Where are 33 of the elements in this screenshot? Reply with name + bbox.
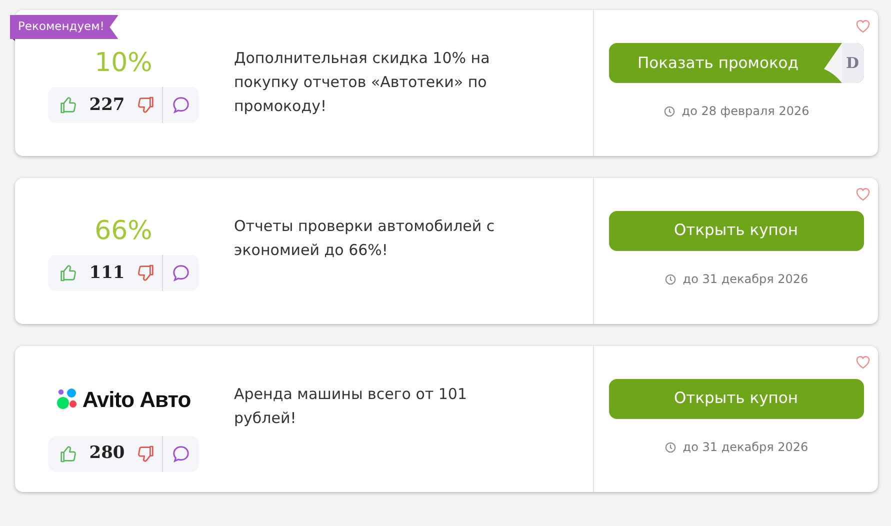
thumbs-down-icon[interactable] <box>136 263 156 284</box>
vote-count: 280 <box>88 442 126 466</box>
recommended-ribbon: Рекомендуем! <box>10 15 118 40</box>
discount-value: 66% <box>94 216 152 246</box>
heart-icon[interactable] <box>854 17 872 35</box>
vote-count: 227 <box>88 94 126 117</box>
thumbs-up-icon[interactable] <box>58 95 78 116</box>
vote-count: 111 <box>88 262 126 285</box>
brand-logo-text: Avito Авто <box>82 386 191 414</box>
clock-icon <box>664 272 677 286</box>
open-coupon-button[interactable]: Открыть купон <box>608 211 864 251</box>
clock-icon <box>664 440 677 454</box>
clock-icon <box>662 104 676 118</box>
expiry-date: до 31 декабря 2026 <box>682 439 808 456</box>
thumbs-up-icon[interactable] <box>58 444 78 464</box>
show-promo-button[interactable]: Показать промокод D <box>608 43 864 83</box>
heart-icon[interactable] <box>854 353 872 371</box>
promo-code-peek: D <box>842 43 864 83</box>
coupon-description: Отчеты проверки автомобилей с экономией до 66%! <box>234 216 496 261</box>
expiry-date: до 28 февраля 2026 <box>682 103 810 120</box>
coupon-description: Аренда машины всего от 101 рублей! <box>234 384 468 429</box>
heart-icon[interactable] <box>854 185 872 203</box>
expiry-date: до 31 декабря 2026 <box>682 271 808 288</box>
coupon-description: Дополнительная скидка 10% на покупку отчетов «Автотеки» по промокоду! <box>234 48 491 117</box>
comment-icon[interactable] <box>171 95 191 116</box>
comment-icon[interactable] <box>171 444 191 464</box>
open-coupon-button[interactable]: Открыть купон <box>608 379 864 419</box>
discount-value: 10% <box>94 48 152 78</box>
thumbs-down-icon[interactable] <box>136 95 156 116</box>
comment-icon[interactable] <box>171 263 191 284</box>
thumbs-down-icon[interactable] <box>136 444 156 464</box>
thumbs-up-icon[interactable] <box>58 263 78 284</box>
page-curl-icon <box>824 43 842 83</box>
